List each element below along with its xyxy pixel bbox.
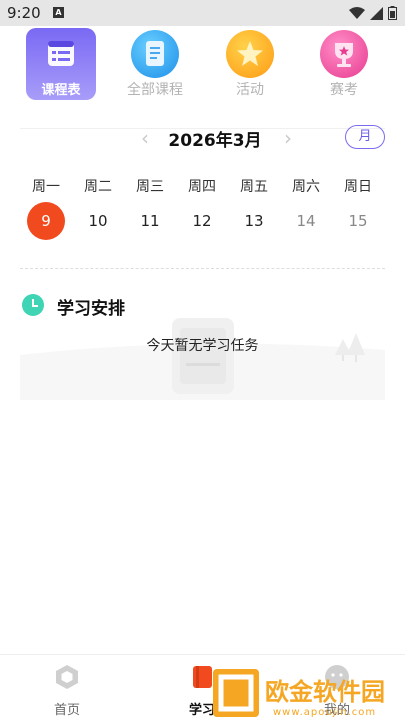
trophy-icon	[320, 30, 368, 78]
schedule-icon	[37, 30, 85, 78]
nav-label: 首页	[53, 703, 80, 718]
month-header: ‹ 2026年3月 › 月	[0, 124, 405, 152]
tab-contests[interactable]: 赛考	[309, 28, 379, 100]
tab-label: 赛考	[330, 82, 358, 98]
weekday-label: 周六	[292, 179, 320, 195]
wifi-icon	[349, 6, 365, 19]
weekday-label: 周二	[84, 179, 112, 195]
weekday-label: 周四	[188, 179, 216, 195]
date-cell[interactable]: 11	[124, 200, 176, 242]
tab-activities[interactable]: 活动	[215, 28, 285, 100]
month-title: 2026年3月	[168, 131, 262, 151]
date-cell[interactable]: 13	[228, 200, 280, 242]
status-icons	[349, 6, 397, 20]
date-cell[interactable]: 14	[280, 200, 332, 242]
status-time: 9:20	[7, 4, 41, 22]
chevron-left-icon[interactable]: ‹	[135, 126, 155, 150]
battery-icon	[388, 6, 397, 20]
svg-text:www.apoujin.com: www.apoujin.com	[273, 707, 376, 718]
weekday-label: 周三	[136, 179, 164, 195]
empty-state-illustration	[20, 318, 385, 400]
hexagon-home-icon	[56, 665, 78, 689]
tab-all-courses[interactable]: 全部课程	[120, 28, 190, 100]
date-cell-today[interactable]: 9	[20, 200, 72, 242]
tab-schedule[interactable]: 课程表	[26, 28, 96, 100]
date-cell[interactable]: 12	[176, 200, 228, 242]
date-row: 9 10 11 12 13 14 15	[20, 200, 385, 242]
signal-icon	[370, 6, 383, 20]
date-cell[interactable]: 15	[332, 200, 384, 242]
weekday-header: 周一 周二 周三 周四 周五 周六 周日	[20, 176, 385, 196]
nav-home[interactable]: 首页	[32, 663, 102, 718]
date-cell[interactable]: 10	[72, 200, 124, 242]
month-view-toggle[interactable]: 月	[345, 125, 385, 149]
tab-label: 活动	[236, 82, 264, 98]
dashed-divider	[20, 268, 385, 269]
weekday-label: 周一	[32, 179, 60, 195]
chevron-right-icon[interactable]: ›	[278, 126, 298, 150]
watermark-logo: 欧金软件园 www.apoujin.com	[213, 669, 385, 718]
tab-label: 课程表	[41, 83, 81, 98]
weekday-label: 周日	[344, 179, 372, 195]
status-bar: 9:20 A	[0, 0, 405, 26]
notification-icon: A	[53, 7, 64, 18]
clock-icon	[22, 294, 44, 316]
empty-state-text: 今天暂无学习任务	[146, 338, 259, 354]
document-icon	[131, 30, 179, 78]
tab-label: 全部课程	[127, 82, 183, 98]
star-icon	[226, 30, 274, 78]
weekday-label: 周五	[240, 179, 268, 195]
svg-text:欧金软件园: 欧金软件园	[265, 678, 385, 706]
top-tab-bar: 课程表 全部课程 活动 赛考	[0, 28, 405, 129]
